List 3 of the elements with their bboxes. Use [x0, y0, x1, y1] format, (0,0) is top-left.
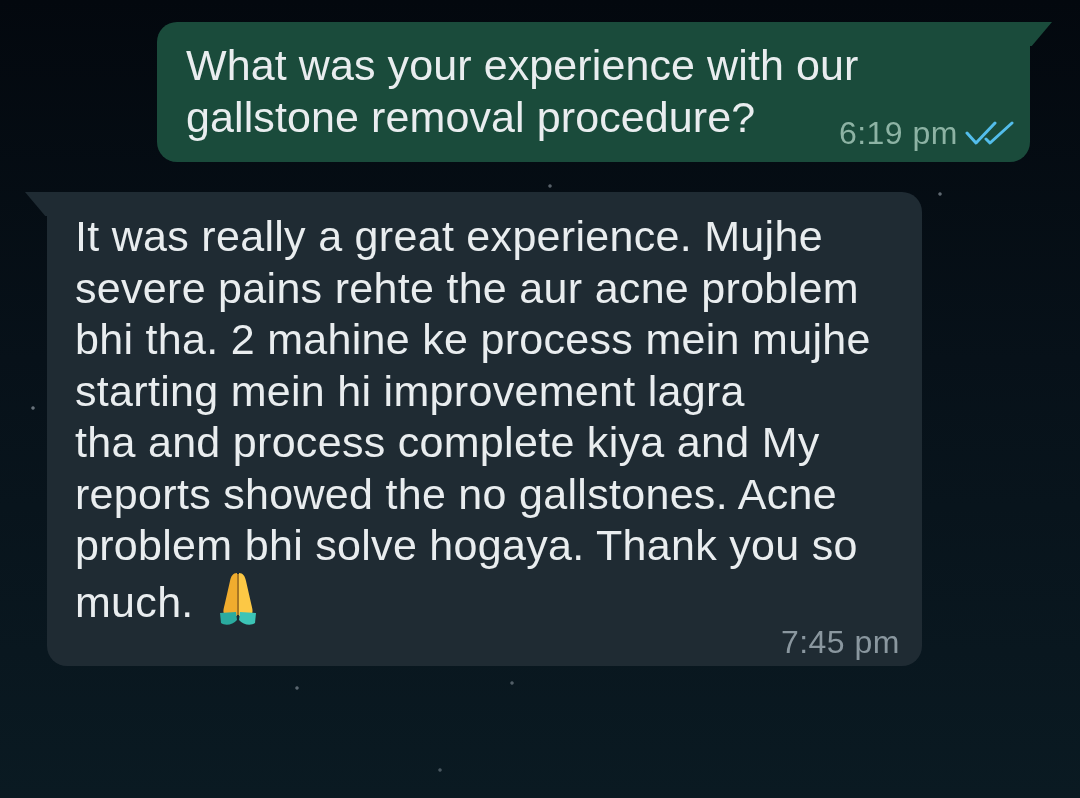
- message-time: 7:45 pm: [780, 626, 900, 658]
- message-text: It was really a great experience. Mujhe severe pains rehte the aur acne problem bhi tha. 2 mahine ke process mein mujhe starting mein hi improvement lagra tha and process complete kiya and My reports showed the no gallstones. Acne problem bhi solve hogaya. Thank you so much.: [75, 212, 871, 626]
- message-time: 6:19 pm: [838, 117, 958, 149]
